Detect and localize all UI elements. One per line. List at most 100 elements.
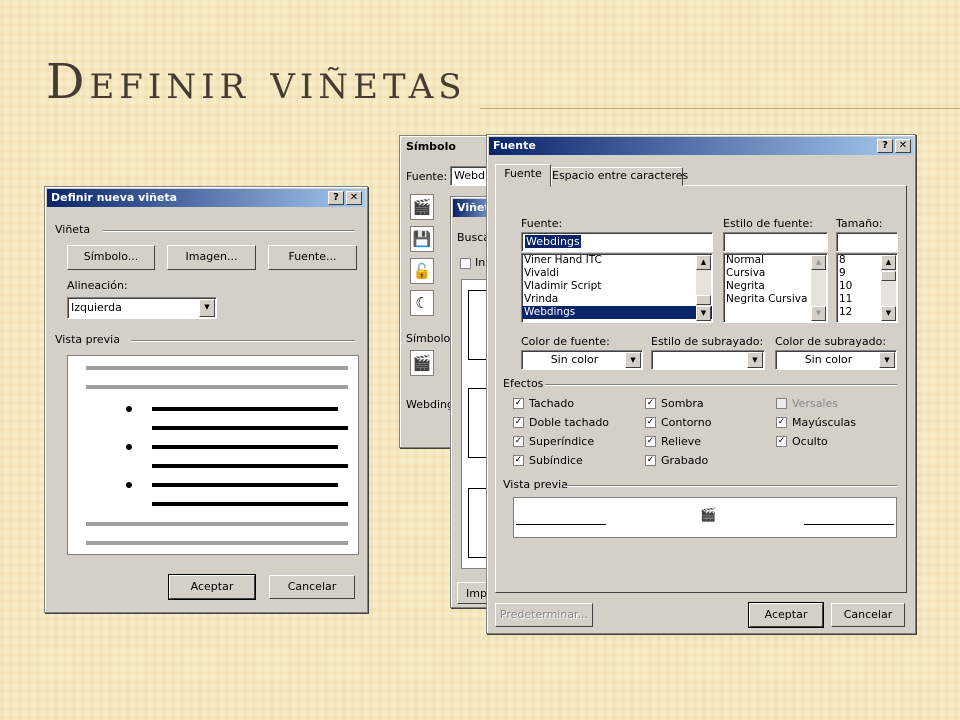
symbol-font-label: Fuente: (406, 170, 448, 183)
include-checkbox[interactable] (460, 258, 471, 269)
strikethrough-checkbox[interactable]: ✓ (513, 398, 524, 409)
scroll-thumb[interactable] (696, 295, 711, 305)
shadow-checkbox[interactable]: ✓ (645, 398, 656, 409)
size-scrollbar[interactable]: ▲ ▼ (881, 255, 896, 321)
font-preview-label: Vista previa (503, 478, 568, 491)
image-button[interactable]: Imagen... (167, 245, 256, 270)
bullet-group-label: Viñeta (55, 223, 91, 236)
outline-checkbox[interactable]: ✓ (645, 417, 656, 428)
scroll-up-icon[interactable]: ▲ (881, 255, 896, 270)
preview-text-line (152, 407, 338, 411)
double-strikethrough-checkbox[interactable]: ✓ (513, 417, 524, 428)
hidden-checkbox[interactable]: ✓ (776, 436, 787, 447)
font-list-item[interactable]: Vrinda (522, 293, 712, 306)
hidden-label: Oculto (792, 435, 828, 448)
font-input[interactable]: Webdings (521, 232, 713, 252)
font-color-select[interactable]: Sin color ▼ (521, 350, 643, 370)
tab-font[interactable]: Fuente (495, 164, 551, 187)
scroll-thumb[interactable] (881, 271, 896, 281)
scroll-up-icon[interactable]: ▲ (696, 255, 711, 270)
underline-color-select[interactable]: Sin color ▼ (775, 350, 897, 370)
small-caps-label: Versales (792, 397, 838, 410)
symbol-cell[interactable]: 🎬 (410, 194, 434, 220)
chevron-down-icon[interactable]: ▼ (879, 352, 895, 368)
double-strikethrough-label: Doble tachado (529, 416, 610, 429)
all-caps-checkbox[interactable]: ✓ (776, 417, 787, 428)
font-dialog: Fuente ? ✕ Fuente Espacio entre caracter… (486, 134, 916, 634)
preview-line (86, 522, 348, 526)
bullet-dot-icon (126, 406, 132, 412)
underline-color-value: Sin color (804, 353, 853, 366)
bullet-dot-icon (126, 482, 132, 488)
define-bullet-titlebar: Definir nueva viñeta (47, 189, 365, 207)
size-input[interactable] (836, 232, 898, 252)
engrave-label: Grabado (661, 454, 709, 467)
preview-text-line (152, 464, 348, 468)
scroll-down-icon[interactable]: ▼ (881, 306, 896, 321)
font-label: Fuente: (521, 217, 563, 230)
font-list-item[interactable]: Viner Hand ITC (522, 254, 712, 267)
font-dialog-title: Fuente (493, 139, 536, 152)
font-list-item[interactable]: Vivaldi (522, 267, 712, 280)
font-button[interactable]: Fuente... (268, 245, 357, 270)
chevron-down-icon[interactable]: ▼ (625, 352, 641, 368)
help-button[interactable]: ? (328, 191, 344, 205)
ok-button[interactable]: Aceptar (168, 574, 256, 600)
scroll-down-icon[interactable]: ▼ (696, 306, 711, 321)
font-dialog-titlebar: Fuente (489, 137, 913, 155)
all-caps-label: Mayúsculas (792, 416, 856, 429)
scroll-down-icon[interactable]: ▼ (811, 306, 826, 321)
scroll-up-icon[interactable]: ▲ (811, 255, 826, 270)
alignment-select[interactable]: Izquierda ▼ (67, 297, 217, 319)
effects-group-line (545, 384, 897, 386)
symbol-footer-text: Webding (406, 398, 454, 411)
cancel-button[interactable]: Cancelar (269, 575, 355, 599)
recent-symbol-cell[interactable]: 🎬 (410, 350, 434, 376)
subscript-checkbox[interactable]: ✓ (513, 455, 524, 466)
font-list-item[interactable]: Vladimir Script (522, 280, 712, 293)
preview-group-label: Vista previa (55, 333, 120, 346)
symbol-cell[interactable]: ☾ (410, 290, 434, 316)
symbols-label: Símbolos (406, 332, 456, 345)
outline-label: Contorno (661, 416, 712, 429)
font-input-value: Webdings (525, 235, 581, 248)
tab-character-spacing[interactable]: Espacio entre caracteres (551, 167, 688, 186)
font-preview-group-line (565, 485, 897, 487)
alignment-value: Izquierda (71, 301, 122, 314)
font-style-list[interactable]: Normal Cursiva Negrita Negrita Cursiva ▲… (723, 253, 828, 323)
preview-line (86, 541, 348, 545)
set-default-button[interactable]: Predeterminar... (495, 603, 593, 627)
font-list-scrollbar[interactable]: ▲ ▼ (696, 255, 711, 321)
strikethrough-label: Tachado (529, 397, 575, 410)
size-list[interactable]: 8 9 10 11 12 ▲ ▼ (836, 253, 898, 323)
define-bullet-dialog: Definir nueva viñeta ? ✕ Viñeta Símbolo.… (44, 186, 368, 613)
preview-line (86, 366, 348, 370)
symbol-cell[interactable]: 💾 (410, 226, 434, 252)
cancel-button[interactable]: Cancelar (831, 603, 905, 627)
symbol-cell[interactable]: 🔓 (410, 258, 434, 284)
engrave-checkbox[interactable]: ✓ (645, 455, 656, 466)
font-style-input[interactable] (723, 232, 828, 252)
alignment-label: Alineación: (67, 279, 128, 292)
chevron-down-icon[interactable]: ▼ (199, 299, 215, 317)
symbol-button[interactable]: Símbolo... (67, 245, 155, 270)
ok-button[interactable]: Aceptar (748, 602, 824, 628)
chevron-down-icon[interactable]: ▼ (747, 352, 763, 368)
font-style-scrollbar[interactable]: ▲ ▼ (811, 255, 826, 321)
help-button[interactable]: ? (877, 139, 893, 153)
preview-text-line (152, 426, 348, 430)
font-color-label: Color de fuente: (521, 335, 610, 348)
font-list-item-selected[interactable]: Webdings (522, 306, 712, 319)
small-caps-checkbox[interactable] (776, 398, 787, 409)
close-button[interactable]: ✕ (346, 191, 362, 205)
bullet-dot-icon (126, 444, 132, 450)
preview-line (86, 385, 348, 389)
preview-baseline (804, 524, 894, 525)
superscript-checkbox[interactable]: ✓ (513, 436, 524, 447)
close-button[interactable]: ✕ (895, 139, 911, 153)
shadow-label: Sombra (661, 397, 704, 410)
font-list[interactable]: Viner Hand ITC Vivaldi Vladimir Script V… (521, 253, 713, 323)
emboss-checkbox[interactable]: ✓ (645, 436, 656, 447)
underline-style-select[interactable]: ▼ (651, 350, 765, 370)
bullet-group-line (103, 230, 355, 232)
